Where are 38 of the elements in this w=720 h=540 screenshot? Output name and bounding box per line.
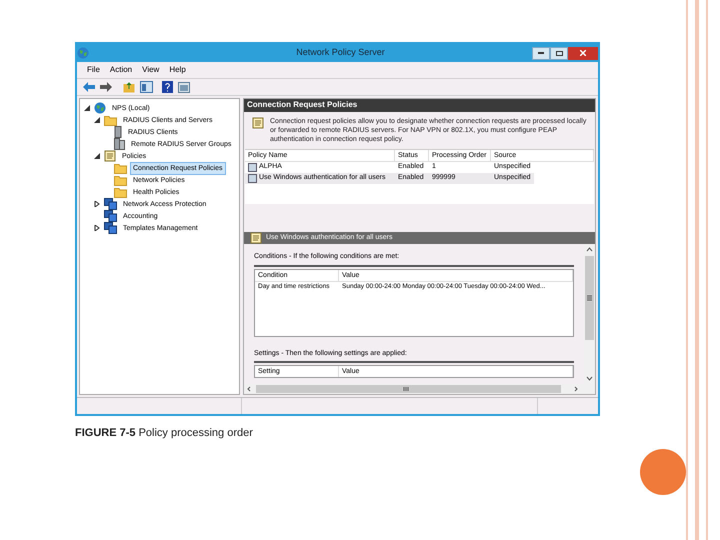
help-icon[interactable]	[162, 81, 173, 93]
close-button[interactable]	[568, 46, 598, 60]
forward-arrow-icon[interactable]	[100, 82, 112, 92]
expand-triangle-icon[interactable]	[94, 225, 100, 231]
globe-icon	[77, 47, 89, 59]
panel-icon[interactable]	[140, 81, 153, 93]
panel-header: Connection Request Policies	[244, 99, 595, 112]
window-icon[interactable]	[178, 82, 190, 92]
window-title: Network Policy Server	[295, 46, 386, 60]
computer-icon	[104, 222, 117, 234]
menu-item[interactable]: View	[142, 64, 160, 76]
figure-caption: FIGURE 7-5 Policy processing order	[75, 426, 254, 441]
document-icon	[250, 232, 262, 244]
folder-icon	[114, 186, 127, 198]
server-icon	[114, 126, 122, 138]
circle-drawing	[640, 449, 686, 495]
globe-icon	[94, 102, 106, 114]
servers-icon	[114, 138, 125, 150]
collapse-triangle-icon[interactable]	[94, 153, 100, 159]
collapse-triangle-icon[interactable]	[84, 105, 90, 111]
collapse-triangle-icon[interactable]	[94, 117, 100, 123]
vertical-scrollbar[interactable]	[584, 244, 595, 384]
maximize-button[interactable]	[550, 46, 568, 60]
folder-up-icon[interactable]	[123, 82, 135, 92]
computer-icon	[104, 210, 117, 222]
folder-icon	[104, 114, 117, 126]
computer-icon	[104, 198, 117, 210]
back-arrow-icon[interactable]	[83, 82, 95, 92]
folder-icon	[114, 162, 127, 174]
menu-item[interactable]: Action	[110, 64, 132, 76]
document-icon	[252, 116, 264, 128]
menu-item[interactable]: Help	[169, 64, 186, 76]
folder-icon	[114, 174, 127, 186]
expand-triangle-icon[interactable]	[94, 201, 100, 207]
minimize-button[interactable]	[532, 46, 550, 60]
close-icon	[580, 50, 586, 56]
menu-item[interactable]: File	[87, 64, 100, 76]
document-icon	[104, 150, 116, 162]
